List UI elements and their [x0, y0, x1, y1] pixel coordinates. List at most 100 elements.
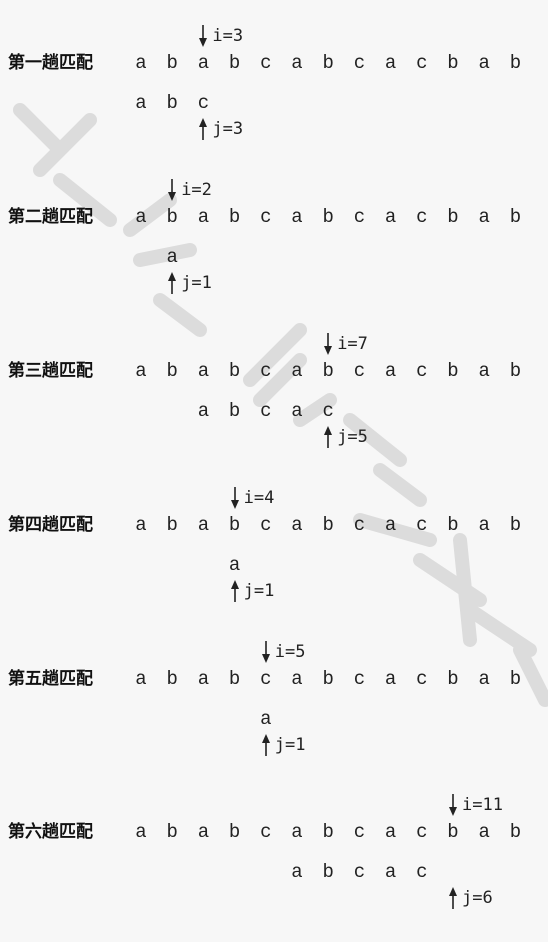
pass-label: 第四趟匹配: [8, 515, 93, 535]
i-pointer-label: i=2: [181, 180, 212, 200]
main-string-char: c: [260, 514, 272, 536]
main-string-char: b: [228, 360, 241, 382]
main-string-char: a: [478, 668, 490, 690]
main-string-char: c: [416, 360, 428, 382]
main-string-char: a: [384, 360, 397, 382]
j-pointer-label: j=1: [181, 273, 212, 293]
main-string-char: b: [228, 514, 241, 536]
main-string-char: b: [322, 52, 334, 74]
pattern-char: c: [197, 92, 210, 114]
main-string-char: b: [166, 360, 178, 382]
main-string-char: a: [135, 514, 147, 536]
main-string-char: b: [228, 668, 241, 690]
main-string-char: c: [260, 52, 272, 74]
pattern-char: b: [228, 400, 241, 422]
pattern-char: a: [291, 400, 303, 422]
main-string-char: b: [447, 514, 459, 536]
main-string-char: c: [260, 821, 272, 843]
j-pointer: j=1: [261, 730, 306, 760]
pattern-char: c: [353, 861, 366, 883]
i-pointer-label: i=11: [462, 795, 503, 815]
j-pointer: j=3: [198, 114, 243, 144]
main-string-char: b: [166, 52, 178, 74]
arrow-down-icon: [168, 179, 177, 201]
pattern-char: c: [416, 861, 428, 883]
pass-label: 第五趟匹配: [8, 669, 93, 689]
main-string-char: b: [228, 206, 241, 228]
main-string-char: b: [166, 206, 178, 228]
main-string-char: b: [509, 52, 522, 74]
main-string-char: c: [353, 821, 366, 843]
main-string-char: b: [509, 206, 522, 228]
i-pointer-label: i=3: [212, 26, 244, 46]
arrow-down-icon: [199, 25, 208, 47]
main-string-char: b: [322, 668, 334, 690]
main-string-char: c: [416, 668, 428, 690]
pattern-char: a: [166, 246, 178, 268]
arrow-up-icon: [230, 580, 239, 602]
j-pointer-label: j=1: [274, 735, 306, 755]
pattern-char: a: [291, 861, 303, 883]
pattern-char: a: [228, 554, 241, 576]
main-string-char: b: [228, 821, 241, 843]
i-pointer-label: i=4: [243, 488, 275, 508]
j-pointer-label: j=5: [337, 427, 368, 447]
i-pointer-label: i=7: [337, 334, 368, 354]
main-string-char: b: [447, 821, 459, 843]
pattern-char: b: [322, 861, 334, 883]
main-string-char: b: [322, 206, 334, 228]
main-string-char: a: [135, 668, 147, 690]
pass-label: 第六趟匹配: [8, 822, 93, 842]
i-pointer-label: i=5: [274, 642, 306, 662]
main-string-char: a: [135, 206, 147, 228]
pattern-char: a: [384, 861, 397, 883]
arrow-down-icon: [324, 333, 333, 355]
i-pointer: i=3: [198, 21, 243, 51]
main-string-char: b: [447, 360, 459, 382]
i-pointer: i=7: [323, 329, 368, 359]
j-pointer-label: j=1: [243, 581, 275, 601]
i-pointer: i=5: [261, 637, 306, 667]
arrow-up-icon: [168, 272, 177, 294]
main-string-char: b: [509, 514, 522, 536]
main-string-char: b: [228, 52, 241, 74]
main-string-char: a: [478, 206, 490, 228]
arrow-up-icon: [324, 426, 333, 448]
j-pointer-label: j=3: [212, 119, 244, 139]
pattern-char: c: [322, 400, 334, 422]
main-string-char: c: [416, 821, 428, 843]
pattern-char: a: [260, 708, 272, 730]
main-string-char: a: [478, 360, 490, 382]
j-pointer: j=1: [230, 576, 275, 606]
main-string-char: a: [135, 821, 147, 843]
pattern-char: b: [166, 92, 178, 114]
main-string-char: c: [260, 206, 272, 228]
main-string-char: b: [509, 668, 522, 690]
main-string-char: a: [291, 206, 303, 228]
main-string-char: a: [478, 514, 490, 536]
arrow-up-icon: [449, 887, 457, 909]
main-string-char: b: [509, 360, 522, 382]
arrow-down-icon: [230, 487, 239, 509]
main-string-char: a: [384, 821, 397, 843]
main-string-char: c: [353, 668, 366, 690]
main-string-char: c: [260, 360, 272, 382]
main-string-char: a: [291, 668, 303, 690]
main-string-char: c: [260, 668, 272, 690]
main-string-char: c: [416, 514, 428, 536]
main-string-char: c: [416, 206, 428, 228]
pattern-char: c: [260, 400, 272, 422]
arrow-down-icon: [261, 641, 270, 663]
main-string-char: a: [197, 821, 210, 843]
pattern-char: a: [135, 92, 147, 114]
main-string-char: a: [291, 821, 303, 843]
main-string-char: b: [322, 514, 334, 536]
main-string-char: a: [291, 52, 303, 74]
main-string-char: c: [416, 52, 428, 74]
arrow-up-icon: [199, 118, 208, 140]
main-string-char: b: [322, 821, 334, 843]
main-string-char: c: [353, 360, 366, 382]
main-string-char: c: [353, 514, 366, 536]
main-string-char: a: [197, 52, 210, 74]
pattern-char: a: [197, 400, 210, 422]
